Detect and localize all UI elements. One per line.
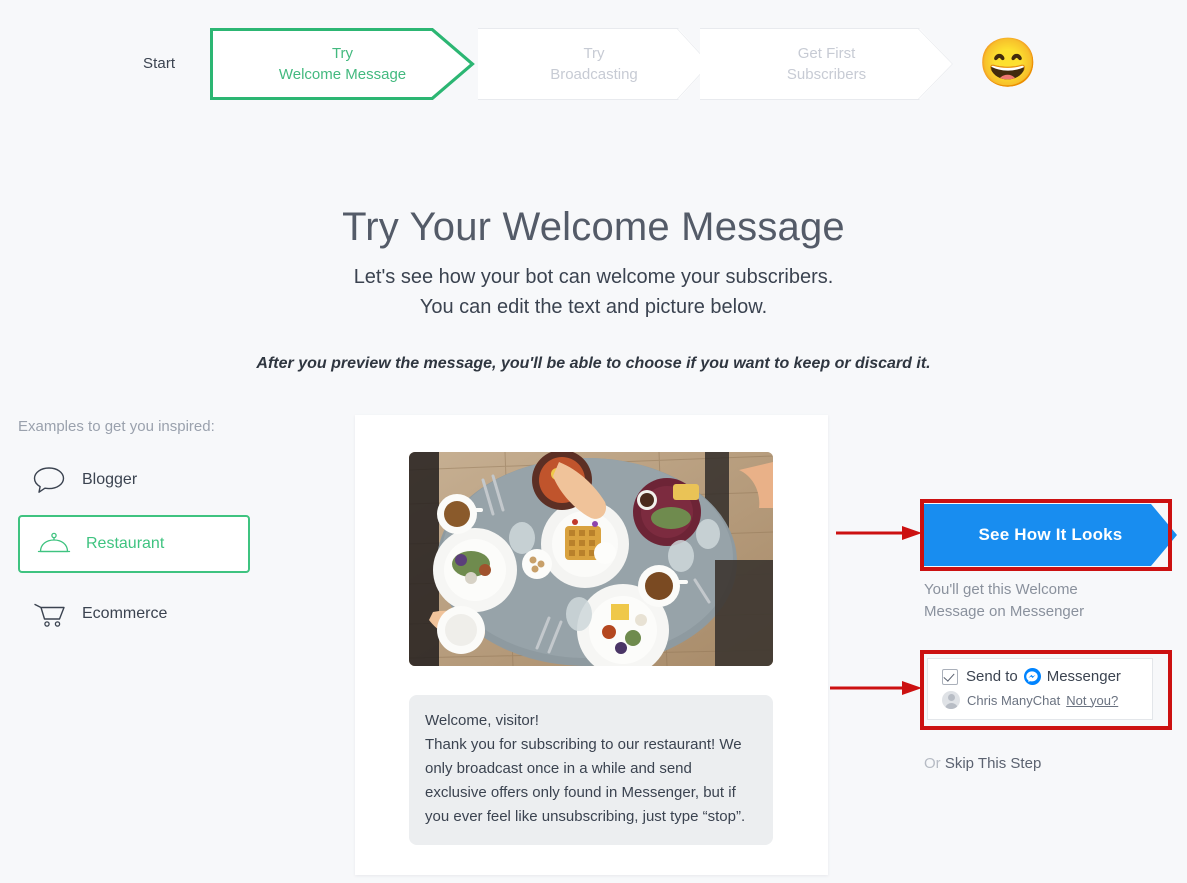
example-item-ecommerce-label: Ecommerce: [82, 605, 168, 622]
account-row: Chris ManyChat Not you?: [942, 691, 1152, 709]
send-to-messenger-checkbox[interactable]: [942, 668, 958, 685]
send-to-label: Send to: [966, 668, 1018, 685]
cta-caption: You'll get this Welcome Message on Messe…: [924, 581, 1085, 620]
message-preview-card: Welcome, visitor! Thank you for subscrib…: [355, 415, 828, 875]
examples-panel: Examples to get you inspired: Blogger Re…: [18, 418, 288, 649]
speech-bubble-icon: [32, 465, 74, 495]
not-you-link[interactable]: Not you?: [1066, 693, 1118, 708]
breadcrumb-step-subscribers-label: Get First Subscribers: [786, 45, 867, 83]
skip-this-step-link[interactable]: Skip This Step: [945, 755, 1041, 772]
breadcrumb-step-welcome-message[interactable]: Try Welcome Message: [210, 28, 475, 100]
shopping-cart-icon: [32, 599, 74, 629]
onboarding-progress-breadcrumb: Start Try Welcome Message Try Broadcasti…: [0, 0, 1187, 130]
welcome-message-image[interactable]: [409, 452, 773, 666]
send-to-channel-label: Messenger: [1046, 668, 1121, 685]
avatar: [942, 691, 960, 709]
example-item-restaurant-label: Restaurant: [86, 535, 165, 552]
send-to-messenger-box: Send to Messenger Chris ManyChat Not you…: [927, 658, 1153, 720]
breadcrumb-step-subscribers[interactable]: Get First Subscribers: [700, 28, 953, 100]
example-item-restaurant[interactable]: Restaurant: [18, 515, 250, 573]
breadcrumb-start-label: Start: [143, 55, 176, 72]
page-note: After you preview the message, you'll be…: [256, 355, 931, 372]
example-item-ecommerce[interactable]: Ecommerce: [18, 591, 288, 637]
see-how-it-looks-button[interactable]: See How It Looks: [924, 504, 1177, 566]
example-item-blogger[interactable]: Blogger: [18, 457, 288, 503]
laughing-face-icon: 😄: [978, 37, 1038, 90]
food-dome-icon: [36, 529, 78, 559]
annotation-arrow-cta: [836, 526, 922, 540]
example-item-blogger-label: Blogger: [82, 471, 138, 488]
breadcrumb-step-broadcasting-label: Try Broadcasting: [550, 45, 638, 83]
account-name: Chris ManyChat: [967, 692, 1061, 708]
page-title: Try Your Welcome Message: [342, 204, 845, 249]
welcome-message-text[interactable]: Welcome, visitor! Thank you for subscrib…: [409, 695, 773, 845]
breadcrumb-step-broadcasting[interactable]: Try Broadcasting: [478, 28, 710, 100]
send-to-row: Send to Messenger: [942, 668, 1152, 685]
breadcrumb-step-welcome-message-label: Try Welcome Message: [278, 45, 407, 83]
page-subtitle: Let's see how your bot can welcome your …: [353, 266, 834, 318]
see-how-it-looks-button-label: See How It Looks: [978, 525, 1123, 544]
annotation-arrow-send-to: [830, 681, 922, 695]
skip-prefix-label: Or: [924, 755, 941, 772]
breakfast-table-illustration: [409, 452, 773, 666]
skip-step-row: Or Skip This Step: [924, 755, 1041, 772]
messenger-icon: [1023, 668, 1041, 685]
examples-panel-label: Examples to get you inspired:: [18, 418, 215, 435]
